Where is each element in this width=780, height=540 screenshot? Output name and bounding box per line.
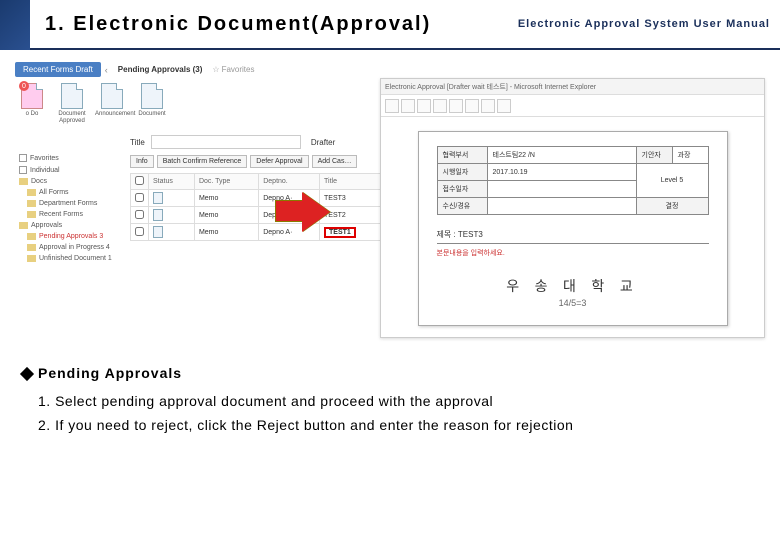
instruction-step-2: 2. If you need to reject, click the Reje… [38, 417, 762, 433]
toolbar-button[interactable] [401, 99, 415, 113]
toolbar-button[interactable] [417, 99, 431, 113]
page-title: 1. Electronic Document(Approval) [45, 13, 431, 36]
doc-shortcut-1[interactable]: Document Approved [55, 83, 89, 125]
form-value [487, 198, 636, 215]
collapse-arrow-icon[interactable]: ‹ [105, 65, 108, 75]
toolbar-button[interactable] [433, 99, 447, 113]
sidebar-item-pending-approvals[interactable]: Pending Approvals 3 [15, 231, 125, 242]
col-title: Title [320, 174, 385, 190]
sidebar-item-dept-forms[interactable]: Department Forms [15, 198, 125, 209]
todo-doc-shortcut[interactable]: 0 o Do [15, 83, 49, 118]
star-icon: ☆ [212, 65, 219, 74]
document-icon [153, 192, 163, 204]
form-label: 시행일자 [437, 164, 487, 181]
doc-shortcut-2[interactable]: Announcement [95, 83, 129, 118]
table-row[interactable]: Memo Depno A· TEST1 [131, 224, 385, 241]
col-doctype: Doc. Type [194, 174, 258, 190]
quick-docs-row: 0 o Do Document Approved Announcement Do… [15, 83, 385, 125]
form-value: 2017.10.19 [487, 164, 636, 181]
folder-icon [19, 178, 28, 185]
document-page: 협력부서 테스트팀22 /N 기안자 과장 시행일자 2017.10.19 Le… [418, 131, 728, 326]
sidebar-item-approvals[interactable]: Approvals [15, 220, 125, 231]
row-checkbox[interactable] [135, 193, 144, 202]
favorites-toggle[interactable]: ☆Favorites [212, 65, 254, 74]
approval-form-table: 협력부서 테스트팀22 /N 기안자 과장 시행일자 2017.10.19 Le… [437, 146, 709, 215]
arrow-icon [275, 200, 303, 222]
col-deptno: Deptno. [259, 174, 320, 190]
document-icon [141, 83, 163, 109]
info-button[interactable]: Info [130, 155, 154, 168]
folder-icon [27, 255, 36, 262]
folder-icon [27, 244, 36, 251]
instruction-step-1: 1. Select pending approval document and … [38, 393, 762, 409]
form-value [487, 181, 636, 198]
sidebar-item-favorites[interactable]: Favorites [15, 152, 125, 164]
window-title: Electronic Approval [Drafter wait 테스트] -… [385, 82, 596, 92]
document-icon [101, 83, 123, 109]
row-checkbox[interactable] [135, 210, 144, 219]
instructions-section: Pending Approvals 1. Select pending appr… [22, 365, 762, 441]
slide-indicator: 14/5=3 [437, 298, 709, 308]
table-row[interactable]: Memo Depno A· TEST2 [131, 207, 385, 224]
preview-toolbar [381, 95, 764, 117]
pending-approvals-table: Status Doc. Type Deptno. Title Memo Depn… [130, 173, 385, 241]
sidebar-item-recent-forms[interactable]: Recent Forms [15, 209, 125, 220]
folder-icon [27, 189, 36, 196]
title-label: Title [130, 138, 145, 147]
box-icon [19, 154, 27, 162]
toolbar-button[interactable] [481, 99, 495, 113]
form-label: 결정 [636, 198, 708, 215]
form-value: 과장 [672, 147, 708, 164]
university-name: 우 송 대 학 교 [437, 276, 709, 296]
form-label: 기안자 [636, 147, 672, 164]
batch-confirm-button[interactable]: Batch Confirm Reference [157, 155, 248, 168]
diamond-icon [20, 367, 34, 381]
row-checkbox[interactable] [135, 227, 144, 236]
folder-icon [19, 222, 28, 229]
form-value: 테스트팀22 /N [487, 147, 636, 164]
form-label: 협력부서 [437, 147, 487, 164]
form-label: 접수일자 [437, 181, 487, 198]
add-cas-button[interactable]: Add Cas… [312, 155, 358, 168]
col-status: Status [149, 174, 195, 190]
folder-icon [27, 200, 36, 207]
badge-count: 0 [19, 81, 29, 91]
sidebar-item-approval-progress[interactable]: Approval in Progress 4 [15, 242, 125, 253]
toolbar-button[interactable] [385, 99, 399, 113]
manual-label: Electronic Approval System User Manual [518, 18, 770, 30]
toolbar-button[interactable] [465, 99, 479, 113]
doc-shortcut-3[interactable]: Document [135, 83, 169, 118]
pending-approvals-heading: Pending Approvals (3) [118, 65, 203, 74]
body-placeholder-note: 본문내용을 입력하세요. [437, 248, 709, 258]
title-search-input[interactable] [151, 135, 301, 149]
table-row[interactable]: Memo Depno A· TEST3 [131, 190, 385, 207]
toolbar-button[interactable] [497, 99, 511, 113]
form-value: Level 5 [636, 164, 708, 198]
defer-approval-button[interactable]: Defer Approval [250, 155, 308, 168]
folder-icon [27, 233, 36, 240]
sidebar-item-individual[interactable]: Individual [15, 164, 125, 176]
nav-sidebar: Favorites Individual Docs All Forms Depa… [15, 152, 125, 264]
folder-icon [27, 211, 36, 218]
sidebar-item-docs[interactable]: Docs [15, 176, 125, 187]
instructions-heading: Pending Approvals [22, 365, 762, 381]
action-toolbar: Info Batch Confirm Reference Defer Appro… [130, 155, 385, 168]
page-header: 1. Electronic Document(Approval) Electro… [0, 0, 780, 50]
select-all-checkbox[interactable] [135, 176, 144, 185]
recent-forms-draft-button[interactable]: Recent Forms Draft [15, 62, 101, 77]
sidebar-item-all-forms[interactable]: All Forms [15, 187, 125, 198]
arrow-head-icon [302, 192, 330, 232]
box-icon [19, 166, 27, 174]
document-icon [61, 83, 83, 109]
drafter-label: Drafter [311, 138, 335, 147]
document-icon [153, 209, 163, 221]
document-icon [153, 226, 163, 238]
form-label: 수신/경유 [437, 198, 487, 215]
toolbar-button[interactable] [449, 99, 463, 113]
doc-title-line: 제목 : TEST3 [437, 229, 709, 240]
document-icon: 0 [21, 83, 43, 109]
document-preview-window: Electronic Approval [Drafter wait 테스트] -… [380, 78, 765, 338]
preview-titlebar: Electronic Approval [Drafter wait 테스트] -… [381, 79, 764, 95]
sidebar-item-unfinished[interactable]: Unfinished Document 1 [15, 253, 125, 264]
